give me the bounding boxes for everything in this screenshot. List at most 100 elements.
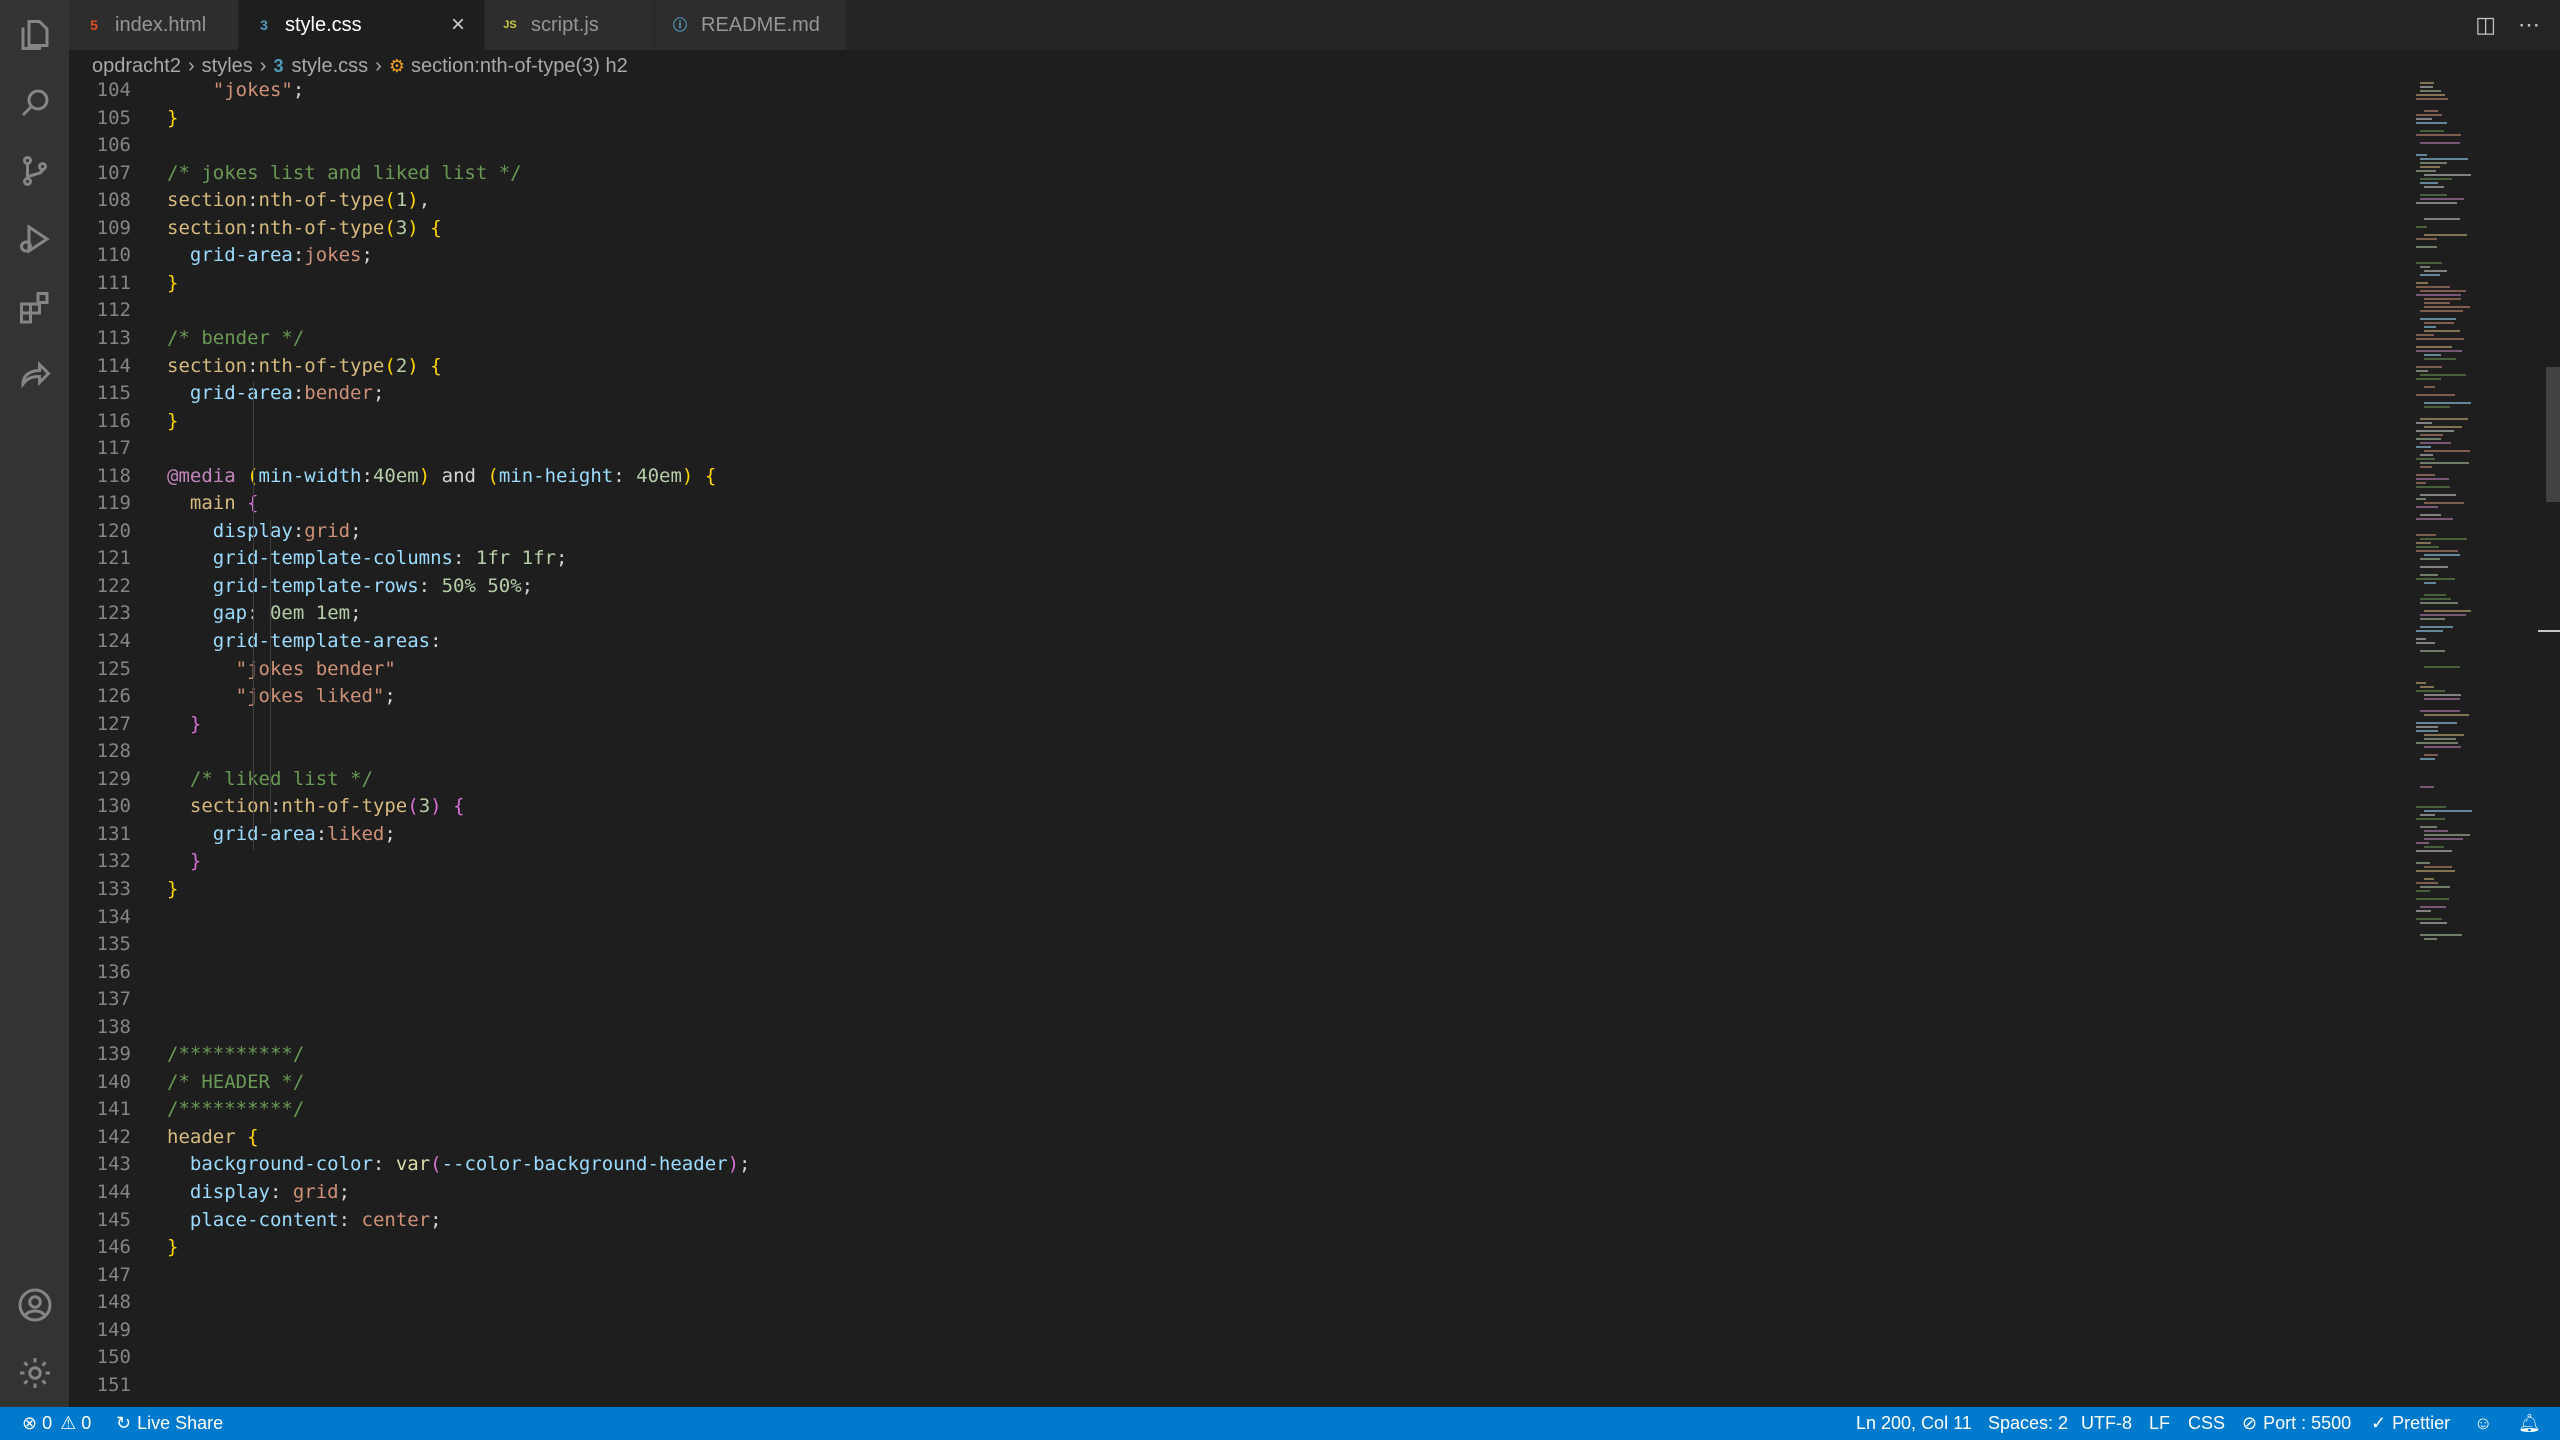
feedback-icon[interactable]: ☺ xyxy=(2474,1407,2492,1440)
line-number: 149 xyxy=(96,1318,131,1341)
code-line[interactable]: 139 /**********/ xyxy=(69,1041,2369,1068)
encoding[interactable]: UTF-8 xyxy=(2081,1407,2132,1440)
notifications-bell-icon[interactable]: 🔔︎ xyxy=(2518,1407,2541,1440)
indentation[interactable]: Spaces: 2 xyxy=(1988,1407,2068,1440)
minimap-line xyxy=(2424,554,2460,556)
code-line[interactable]: 112 xyxy=(69,297,2369,324)
settings-gear-icon[interactable] xyxy=(14,1352,56,1394)
minimap-line xyxy=(2420,886,2450,888)
minimap-line xyxy=(2416,862,2430,864)
code-text: } xyxy=(189,712,202,735)
code-line[interactable]: 131 grid-area:liked; xyxy=(69,821,2369,848)
code-line[interactable]: 146} xyxy=(69,1234,2369,1261)
language-mode[interactable]: CSS xyxy=(2188,1407,2225,1440)
code-line[interactable]: 115 grid-area:bender; xyxy=(69,380,2369,407)
live-server-port[interactable]: ⊘ Port : 5500 xyxy=(2242,1407,2351,1440)
close-icon[interactable]: × xyxy=(446,13,470,37)
tab-readme-md[interactable]: ⓘ README.md xyxy=(655,0,847,50)
code-line[interactable]: 128 xyxy=(69,738,2369,765)
run-debug-icon[interactable] xyxy=(14,218,56,260)
code-line[interactable]: 126 "jokes liked"; xyxy=(69,683,2369,710)
code-line[interactable]: 121 grid-template-columns: 1fr 1fr; xyxy=(69,545,2369,572)
code-line[interactable]: 108 section:nth-of-type(1), xyxy=(69,187,2369,214)
code-line[interactable]: 143 background-color: var(--color-backgr… xyxy=(69,1151,2369,1178)
code-line[interactable]: 149 xyxy=(69,1317,2369,1344)
code-line[interactable]: 141 /**********/ xyxy=(69,1096,2369,1123)
minimap-line xyxy=(2416,642,2435,644)
code-line[interactable]: 140 /* HEADER */ xyxy=(69,1069,2369,1096)
vertical-scrollbar[interactable] xyxy=(2546,367,2560,502)
line-number: 107 xyxy=(96,161,131,184)
extensions-icon[interactable] xyxy=(14,286,56,328)
breadcrumb-folder[interactable]: opdracht2 xyxy=(92,55,181,78)
code-line[interactable]: 109 section:nth-of-type(3) { xyxy=(69,215,2369,242)
line-number: 126 xyxy=(96,685,131,708)
code-line[interactable]: 138 xyxy=(69,1014,2369,1041)
code-editor[interactable]: 104 "jokes"; 105} 106 107/* jokes list and … xyxy=(69,82,2560,1407)
code-line[interactable]: 113 /* bender */ xyxy=(69,325,2369,352)
code-line[interactable]: 147 xyxy=(69,1262,2369,1289)
code-line[interactable]: 110 grid-area:jokes; xyxy=(69,242,2369,269)
problems-indicator[interactable]: ⊗ 0 ⚠ 0 xyxy=(22,1407,91,1440)
minimap[interactable] xyxy=(2416,82,2546,1407)
code-line[interactable]: 104 "jokes"; xyxy=(69,82,2369,104)
line-number: 148 xyxy=(96,1291,131,1314)
code-text: section:nth-of-type(2) { xyxy=(167,354,442,377)
live-share-status[interactable]: ↻ Live Share xyxy=(116,1407,223,1440)
more-actions-icon[interactable]: ⋯ xyxy=(2518,12,2540,38)
minimap-line xyxy=(2420,786,2434,788)
tab-style-css[interactable]: 3 style.css × xyxy=(239,0,485,50)
cursor-position[interactable]: Ln 200, Col 11 xyxy=(1856,1407,1972,1440)
minimap-line xyxy=(2420,614,2466,616)
code-line[interactable]: 124 grid-template-areas: xyxy=(69,628,2369,655)
code-line[interactable]: 118 @media (min-width:40em) and (min-heig… xyxy=(69,463,2369,490)
account-icon[interactable] xyxy=(14,1284,56,1326)
code-line[interactable]: 117 xyxy=(69,435,2369,462)
code-line[interactable]: 135 xyxy=(69,931,2369,958)
source-control-icon[interactable] xyxy=(14,150,56,192)
tab-script-js[interactable]: JS script.js xyxy=(485,0,655,50)
prettier-status[interactable]: ✓ Prettier xyxy=(2371,1407,2450,1440)
minimap-line xyxy=(2416,806,2446,808)
code-line[interactable]: 107 /* jokes list and liked list */ xyxy=(69,160,2369,187)
code-line[interactable]: 120 display:grid; xyxy=(69,518,2369,545)
code-line[interactable]: 127 } xyxy=(69,711,2369,738)
minimap-line xyxy=(2424,174,2471,176)
code-line[interactable]: 123 gap: 0em 1em; xyxy=(69,600,2369,627)
code-line[interactable]: 130 section:nth-of-type(3) { xyxy=(69,793,2369,820)
minimap-line xyxy=(2416,630,2443,632)
live-share-icon[interactable] xyxy=(14,354,56,396)
search-icon[interactable] xyxy=(14,82,56,124)
code-line[interactable]: 106 xyxy=(69,132,2369,159)
end-of-line[interactable]: LF xyxy=(2149,1407,2170,1440)
line-number: 117 xyxy=(96,437,131,460)
code-line[interactable]: 114 section:nth-of-type(2) { xyxy=(69,353,2369,380)
code-line[interactable]: 134 xyxy=(69,904,2369,931)
code-line[interactable]: 125 "jokes bender" xyxy=(69,656,2369,683)
code-line[interactable]: 105} xyxy=(69,105,2369,132)
code-line[interactable]: 116} xyxy=(69,408,2369,435)
code-line[interactable]: 122 grid-template-rows: 50% 50%; xyxy=(69,573,2369,600)
code-line[interactable]: 148 xyxy=(69,1289,2369,1316)
code-line[interactable]: 119 main { xyxy=(69,490,2369,517)
code-line[interactable]: 142 header { xyxy=(69,1124,2369,1151)
minimap-line xyxy=(2420,618,2445,620)
minimap-line xyxy=(2420,574,2438,576)
code-line[interactable]: 132 } xyxy=(69,848,2369,875)
code-line[interactable]: 144 display: grid; xyxy=(69,1179,2369,1206)
split-editor-icon[interactable]: ◫ xyxy=(2475,12,2496,38)
code-line[interactable]: 145 place-content: center; xyxy=(69,1207,2369,1234)
breadcrumb-subfolder[interactable]: styles xyxy=(202,55,253,78)
code-line[interactable]: 137 xyxy=(69,986,2369,1013)
breadcrumb-symbol[interactable]: section:nth-of-type(3) h2 xyxy=(411,55,628,78)
minimap-line xyxy=(2416,534,2436,536)
explorer-icon[interactable] xyxy=(14,14,56,56)
code-line[interactable]: 111} xyxy=(69,270,2369,297)
code-line[interactable]: 133} xyxy=(69,876,2369,903)
code-line[interactable]: 150 xyxy=(69,1344,2369,1371)
code-line[interactable]: 129 /* liked list */ xyxy=(69,766,2369,793)
code-line[interactable]: 151 xyxy=(69,1372,2369,1399)
tab-index-html[interactable]: 5 index.html xyxy=(69,0,239,50)
breadcrumb-file[interactable]: style.css xyxy=(291,55,368,78)
code-line[interactable]: 136 xyxy=(69,959,2369,986)
